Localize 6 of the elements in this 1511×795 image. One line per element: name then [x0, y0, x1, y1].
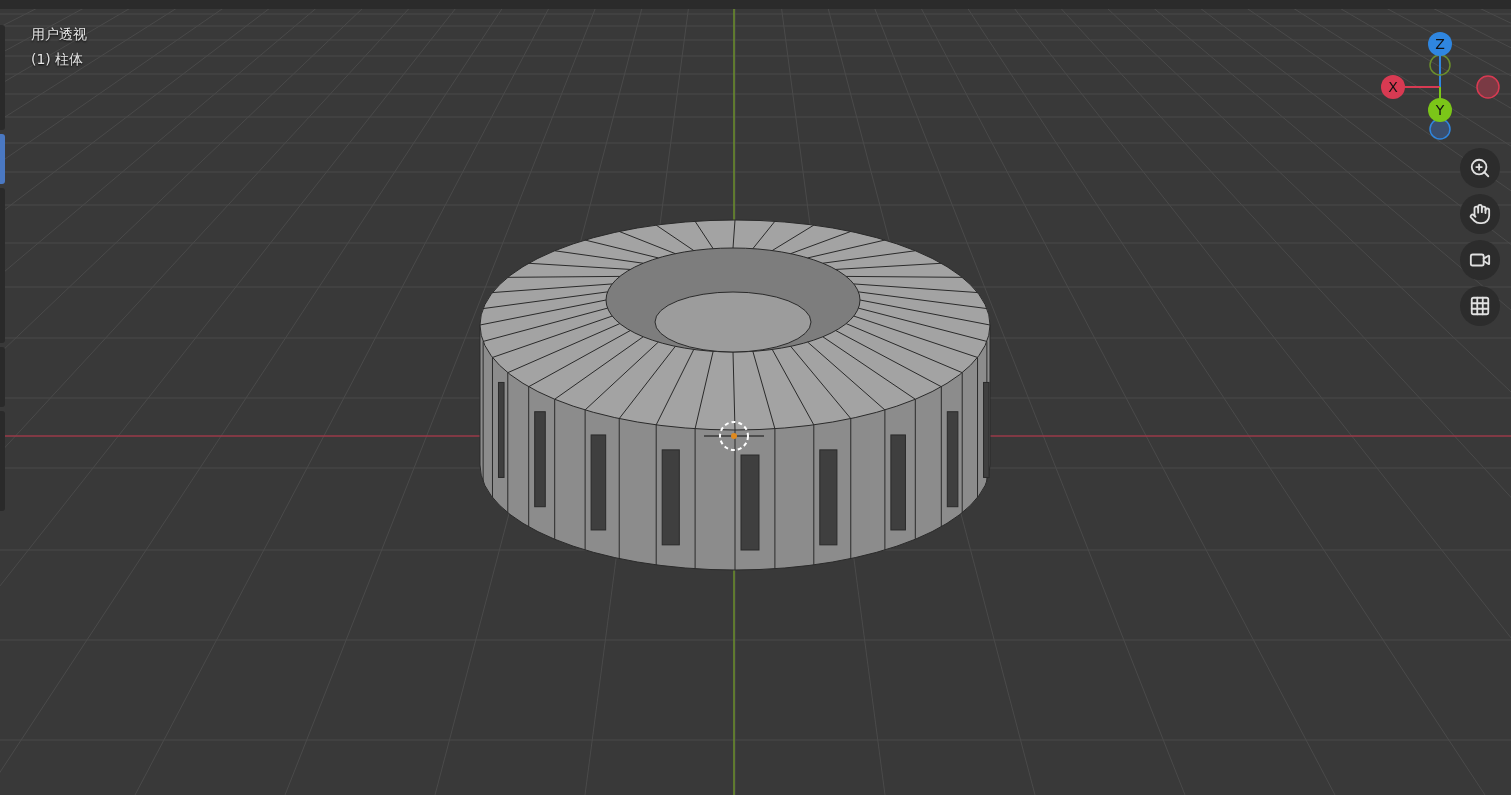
axis-gizmo[interactable]: Z X Y — [1375, 30, 1505, 140]
view-name: 用户透视 — [31, 26, 87, 44]
axis-handle[interactable]: X — [1381, 75, 1405, 99]
axis-handle[interactable]: Y — [1428, 98, 1452, 122]
axis-handle[interactable]: Z — [1428, 32, 1452, 56]
object-label: (1) 柱体 — [31, 51, 85, 69]
